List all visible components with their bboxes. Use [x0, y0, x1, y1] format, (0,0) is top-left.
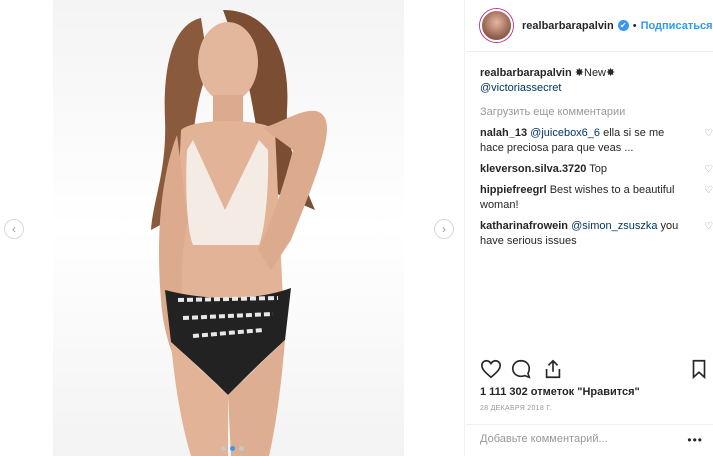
comment-username[interactable]: kleverson.silva.3720 — [480, 163, 586, 175]
comment-like-heart-icon[interactable]: ♡ — [704, 129, 713, 139]
slide-indicator — [221, 446, 244, 451]
comment-mention[interactable]: @simon_zsuszka — [571, 220, 657, 232]
model-photo-illustration — [151, 10, 327, 456]
slide-dot-active — [230, 446, 235, 451]
bookmark-icon[interactable] — [688, 358, 710, 380]
comment-input[interactable] — [480, 433, 680, 445]
verified-badge-icon: ✔ — [617, 20, 629, 31]
heart-outline-icon[interactable] — [480, 358, 502, 380]
separator-dot: • — [632, 19, 637, 32]
chevron-left-icon: ‹ — [12, 222, 16, 236]
follow-button[interactable]: Подписаться — [641, 20, 713, 32]
post-caption: realbarbarapalvin ✸New✸ @victoriassecret — [480, 66, 704, 96]
comment-username[interactable]: katharinafrowein — [480, 220, 568, 232]
comment-username[interactable]: hippiefreegrl — [480, 184, 547, 196]
comment-list: realbarbarapalvin ✸New✸ @victoriassecret… — [480, 66, 713, 249]
caption-text: ✸New✸ — [574, 67, 616, 79]
next-slide-button[interactable]: › — [434, 219, 454, 239]
comment-item: kleverson.silva.3720 Top ♡ — [480, 162, 713, 177]
post-media: ‹ › — [0, 0, 465, 456]
post-side-panel: realbarbarapalvin ✔ • Подписаться realba… — [466, 0, 713, 456]
post-date[interactable]: 28 ДЕКАБРЯ 2018 Г. — [480, 405, 552, 412]
comment-mention[interactable]: @juicebox6_6 — [530, 127, 600, 139]
load-more-comments-button[interactable]: Загрузить еще комментарии — [480, 105, 704, 120]
comment-item: hippiefreegrl Best wishes to a beautiful… — [480, 183, 713, 213]
comment-item: nalah_13 @juicebox6_6 ella si se me hace… — [480, 126, 713, 156]
comment-bubble-icon[interactable] — [510, 358, 532, 380]
caption-mention[interactable]: @victoriassecret — [480, 82, 561, 94]
likes-count[interactable]: 1 111 302 отметок "Нравится" — [480, 386, 640, 398]
comment-text: Top — [589, 163, 608, 175]
comment-item: katharinafrowein @simon_zsuszka you have… — [480, 219, 713, 249]
slide-dot — [239, 446, 244, 451]
previous-slide-button[interactable]: ‹ — [4, 219, 24, 239]
share-icon[interactable] — [542, 358, 564, 380]
chevron-right-icon: › — [442, 222, 446, 236]
header-username[interactable]: realbarbarapalvin — [522, 20, 614, 32]
avatar[interactable] — [480, 9, 513, 42]
comment-username[interactable]: nalah_13 — [480, 127, 527, 139]
post-header: realbarbarapalvin ✔ • Подписаться — [466, 0, 713, 52]
instagram-post: ‹ › realbarbarapalvin ✔ • Подписаться re… — [0, 0, 713, 456]
comment-like-heart-icon[interactable]: ♡ — [704, 222, 713, 232]
post-photo[interactable] — [53, 0, 404, 456]
slide-dot — [221, 446, 226, 451]
add-comment-bar: ••• — [466, 424, 713, 456]
more-options-icon[interactable]: ••• — [687, 433, 703, 447]
comment-like-heart-icon[interactable]: ♡ — [704, 186, 713, 196]
caption-username[interactable]: realbarbarapalvin — [480, 67, 572, 79]
comment-like-heart-icon[interactable]: ♡ — [704, 165, 713, 175]
post-actions — [480, 358, 706, 380]
